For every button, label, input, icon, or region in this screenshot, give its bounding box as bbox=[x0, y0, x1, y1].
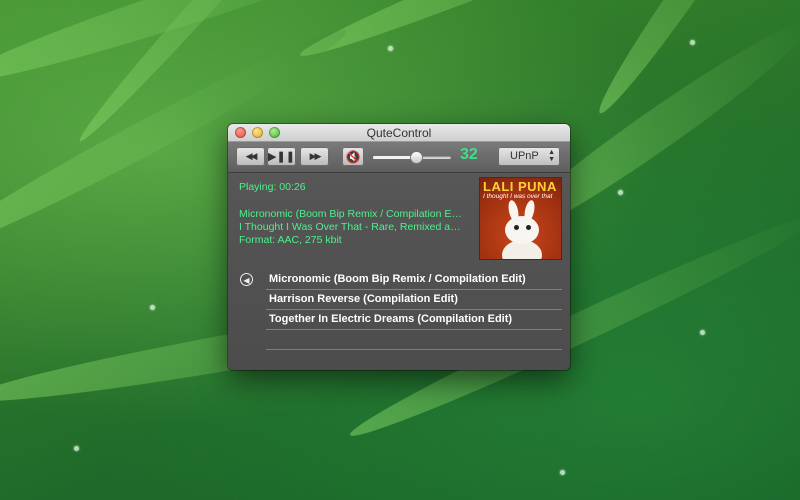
rabbit-eye-right bbox=[526, 225, 531, 230]
close-window-button[interactable] bbox=[235, 127, 246, 138]
playback-status: Playing: 00:26 bbox=[239, 181, 306, 193]
track-title: Micronomic (Boom Bip Remix / Compilation… bbox=[239, 208, 464, 220]
album-art-subtitle: I thought I was over that bbox=[483, 193, 553, 200]
play-pause-icon: ▶❚❚ bbox=[268, 151, 295, 163]
title-bar[interactable]: QuteControl bbox=[228, 124, 570, 142]
speaker-mute-icon: 🔇 bbox=[345, 149, 361, 164]
transport-toolbar: ◀◀ ▶❚❚ ▶▶ 🔇 32 UPnP ▲ ▼ bbox=[228, 142, 570, 173]
playlist-item[interactable]: Micronomic (Boom Bip Remix / Compilation… bbox=[266, 270, 562, 290]
album-title: I Thought I Was Over That - Rare, Remixe… bbox=[239, 221, 464, 233]
album-art: LALI PUNA I thought I was over that bbox=[480, 178, 561, 259]
fast-forward-icon: ▶▶ bbox=[309, 151, 322, 161]
volume-slider-knob[interactable] bbox=[410, 152, 422, 163]
playlist-item[interactable]: Together In Electric Dreams (Compilation… bbox=[266, 310, 562, 330]
qutecontrol-window: QuteControl ◀◀ ▶❚❚ ▶▶ 🔇 32 UPnP ▲ ▼ Playi… bbox=[228, 124, 570, 370]
playlist: Micronomic (Boom Bip Remix / Compilation… bbox=[266, 270, 562, 350]
album-art-band-name: LALI PUNA bbox=[483, 179, 557, 194]
play-pause-button[interactable]: ▶❚❚ bbox=[267, 147, 296, 166]
volume-slider[interactable] bbox=[373, 152, 451, 163]
rabbit-eye-left bbox=[514, 225, 519, 230]
source-select-label: UPnP bbox=[510, 150, 539, 162]
minimize-window-button[interactable] bbox=[252, 127, 263, 138]
rewind-icon: ◀◀ bbox=[245, 151, 258, 161]
chevron-updown-icon: ▲ ▼ bbox=[548, 149, 555, 163]
volume-slider-fill bbox=[373, 156, 416, 159]
back-button[interactable]: ◀ bbox=[240, 273, 253, 286]
previous-track-button[interactable]: ◀◀ bbox=[236, 147, 265, 166]
window-controls bbox=[235, 127, 280, 138]
back-arrow-icon: ◀ bbox=[243, 276, 250, 285]
source-select[interactable]: UPnP ▲ ▼ bbox=[498, 147, 560, 166]
volume-value: 32 bbox=[460, 146, 478, 163]
next-track-button[interactable]: ▶▶ bbox=[300, 147, 329, 166]
rabbit-head bbox=[505, 216, 539, 244]
mute-button[interactable]: 🔇 bbox=[342, 147, 364, 166]
track-format: Format: AAC, 275 kbit bbox=[239, 234, 342, 246]
now-playing-info: Playing: 00:26 Micronomic (Boom Bip Remi… bbox=[239, 181, 464, 247]
playlist-item-empty bbox=[266, 330, 562, 350]
playlist-item[interactable]: Harrison Reverse (Compilation Edit) bbox=[266, 290, 562, 310]
window-title: QuteControl bbox=[366, 126, 432, 140]
zoom-window-button[interactable] bbox=[269, 127, 280, 138]
